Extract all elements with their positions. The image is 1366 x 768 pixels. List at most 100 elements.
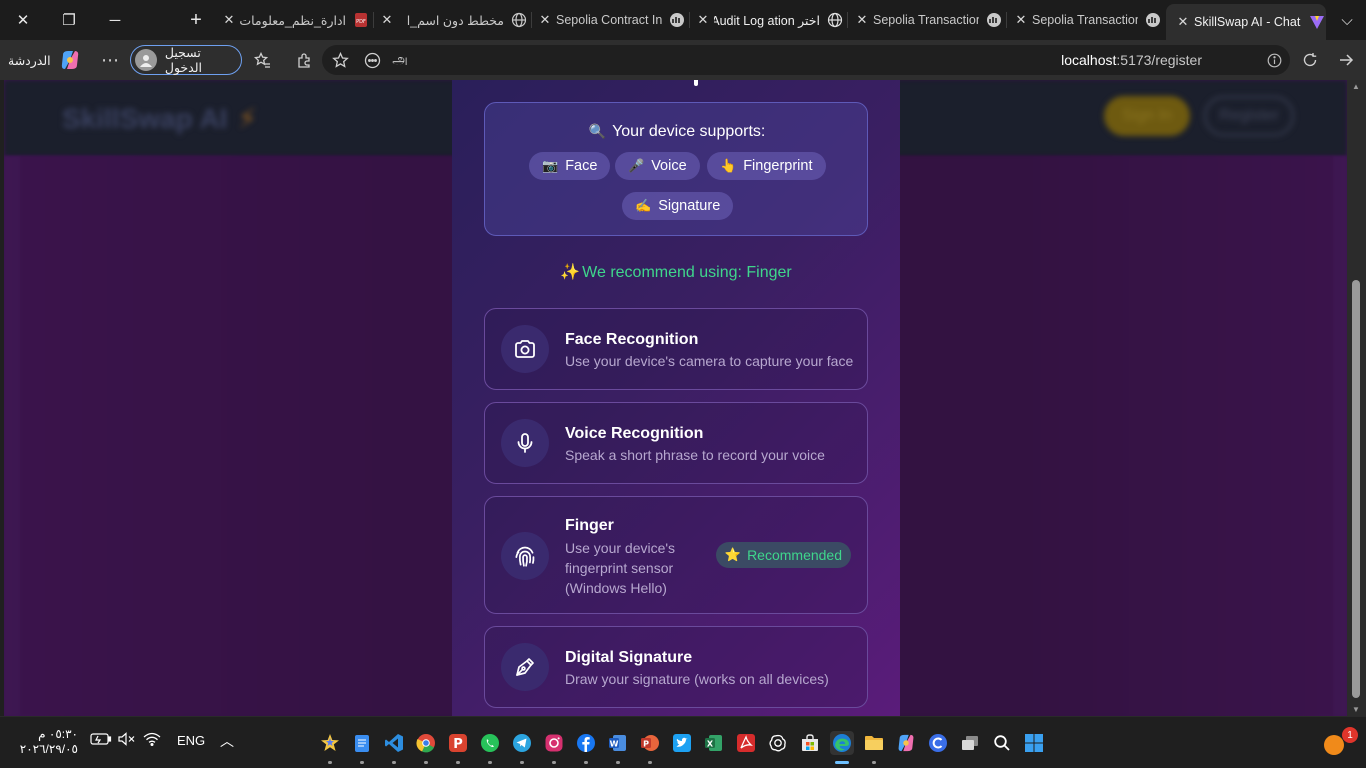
more-options-icon[interactable]: ⋯ [100, 50, 120, 70]
whatsapp-app-icon[interactable] [478, 731, 502, 755]
chip-fingerprint: 👆 Fingerprint [707, 152, 826, 180]
tab-close-icon[interactable]: ✕ [538, 12, 552, 28]
vscode-app-icon[interactable] [382, 731, 406, 755]
edge-app-icon[interactable] [830, 731, 854, 755]
restore-window-icon[interactable]: ❐ [54, 6, 84, 34]
method-digital-signature[interactable]: Digital Signature Draw your signature (w… [484, 626, 868, 708]
svg-text:P: P [643, 740, 649, 749]
profile-signin-button[interactable]: تسجيل الدخول [130, 45, 242, 75]
tab-close-icon[interactable]: ✕ [222, 12, 236, 28]
excel-app-icon[interactable]: X [702, 731, 726, 755]
facebook-app-icon[interactable] [574, 731, 598, 755]
scroll-up-arrow-icon[interactable]: ▲ [1352, 82, 1360, 91]
tab-close-icon[interactable]: ✕ [380, 12, 394, 28]
avatar-icon [135, 49, 157, 71]
copilot-icon [61, 51, 78, 69]
svg-text:X: X [707, 740, 714, 749]
chatgpt-app-icon[interactable] [766, 731, 790, 755]
method-description: Draw your signature (works on all device… [565, 671, 829, 687]
tab-2[interactable]: ✕ Sepolia Transaction [1014, 4, 1162, 36]
tab-5[interactable]: ✕ Sepolia Contract In [538, 4, 686, 36]
microphone-icon [501, 419, 549, 467]
new-tab-icon[interactable]: + [181, 6, 211, 34]
tab-close-icon[interactable]: ✕ [855, 12, 869, 28]
tab-3[interactable]: ✕ Sepolia Transaction [855, 4, 1003, 36]
tab-4[interactable]: ✕ اختر Audit Log ation [696, 4, 844, 36]
tab-close-icon[interactable]: ✕ [1176, 14, 1190, 30]
telegram-app-icon[interactable] [510, 731, 534, 755]
acrobat-app-icon[interactable] [734, 731, 758, 755]
tab-title: Sepolia Contract In [556, 13, 662, 27]
tab-title: ادارة_نظم_معلومات [240, 13, 346, 28]
store-app-icon[interactable] [798, 731, 822, 755]
app-p-icon[interactable]: P [446, 731, 470, 755]
scrollbar-thumb[interactable] [1352, 280, 1360, 698]
globe-icon [510, 11, 528, 29]
method-face-recognition[interactable]: Face Recognition Use your device's camer… [484, 308, 868, 390]
tab-close-icon[interactable]: ✕ [696, 12, 710, 28]
site-info-icon[interactable] [1266, 52, 1282, 68]
tab-6[interactable]: ✕ مخطط دون اسم_ا [380, 4, 528, 36]
vite-icon [1308, 13, 1326, 31]
favorites-icon[interactable] [252, 50, 272, 70]
browser-toolbar: الدردشة ⋯ تسجيل الدخول அ localhost:5173/… [0, 40, 1366, 80]
app-c-icon[interactable] [926, 731, 950, 755]
address-bar[interactable]: அ localhost:5173/register [322, 45, 1290, 75]
clock[interactable]: ٠٥:٣٠ م ٢٠٢٦/٢٩/٠٥ [18, 727, 78, 757]
file-explorer-app-icon[interactable] [862, 731, 886, 755]
header-register-button[interactable]: Register [1204, 96, 1294, 136]
copilot-app-icon[interactable] [894, 731, 918, 755]
scroll-down-arrow-icon[interactable]: ▼ [1352, 705, 1360, 714]
chip-voice: 🎤 Voice [615, 152, 700, 180]
tab-active[interactable]: ✕ SkillSwap AI - Chat [1166, 4, 1326, 40]
tab-7[interactable]: ✕ ادارة_نظم_معلومات PDF [222, 4, 370, 36]
translate-icon[interactable]: அ [390, 50, 410, 70]
chrome-app-icon[interactable] [414, 731, 438, 755]
windows-start-icon[interactable] [1022, 731, 1046, 755]
supports-title-text: Your device supports: [612, 123, 766, 140]
recommended-badge: ⭐ Recommended [715, 542, 851, 568]
header-signin-button[interactable]: Sign In [1104, 96, 1190, 136]
twitter-app-icon[interactable] [670, 731, 694, 755]
battery-icon[interactable] [90, 732, 112, 749]
minimize-window-icon[interactable]: ─ [100, 6, 130, 34]
show-hidden-icons-chevron-icon[interactable]: ︿ [220, 731, 234, 751]
chip-label: Voice [651, 158, 687, 174]
chip-face: 📷 Face [529, 152, 611, 180]
method-fingerprint[interactable]: Finger Use your device's fingerprint sen… [484, 496, 868, 614]
refresh-icon[interactable] [1300, 50, 1320, 70]
powerpoint-app-icon[interactable]: P [638, 731, 662, 755]
task-view-icon[interactable] [958, 731, 982, 755]
add-favorite-star-icon[interactable] [330, 50, 350, 70]
etherscan-icon [1144, 11, 1162, 29]
reading-mode-icon[interactable] [362, 50, 382, 70]
chip-label: Signature [658, 198, 721, 214]
method-description: Use your device's fingerprint sensor (Wi… [565, 540, 676, 596]
close-window-icon[interactable]: ✕ [8, 6, 38, 34]
instagram-app-icon[interactable] [542, 731, 566, 755]
etherscan-icon [985, 11, 1003, 29]
volume-muted-icon[interactable] [118, 732, 136, 749]
tab-title: اختر Audit Log ation [714, 13, 820, 28]
page-scrollbar[interactable]: ▲ ▼ [1347, 80, 1366, 716]
notepad-app-icon[interactable] [350, 731, 374, 755]
word-app-icon[interactable]: W [606, 731, 630, 755]
pinned-app-star-icon[interactable] [318, 731, 342, 755]
tab-title: Sepolia Transaction [873, 13, 979, 27]
method-voice-recognition[interactable]: Voice Recognition Speak a short phrase t… [484, 402, 868, 484]
svg-text:PDF: PDF [356, 19, 366, 25]
search-icon[interactable] [990, 731, 1014, 755]
tab-title: Sepolia Transaction [1032, 13, 1138, 27]
tab-list-chevron-icon[interactable]: ⌵ [1332, 6, 1362, 34]
star-icon: ⭐ [724, 547, 742, 562]
extensions-icon[interactable] [294, 50, 314, 70]
notification-center-icon[interactable] [1324, 735, 1344, 755]
url-text[interactable]: localhost:5173/register [1061, 52, 1202, 68]
forward-arrow-icon[interactable] [1336, 50, 1356, 70]
logo-bolt-icon: ⚡ [237, 103, 258, 134]
svg-text:P: P [453, 737, 463, 752]
wifi-icon[interactable] [143, 732, 161, 749]
tab-close-icon[interactable]: ✕ [1014, 12, 1028, 28]
copilot-chat-button[interactable]: الدردشة [8, 45, 81, 75]
language-indicator[interactable]: ENG [177, 733, 205, 748]
